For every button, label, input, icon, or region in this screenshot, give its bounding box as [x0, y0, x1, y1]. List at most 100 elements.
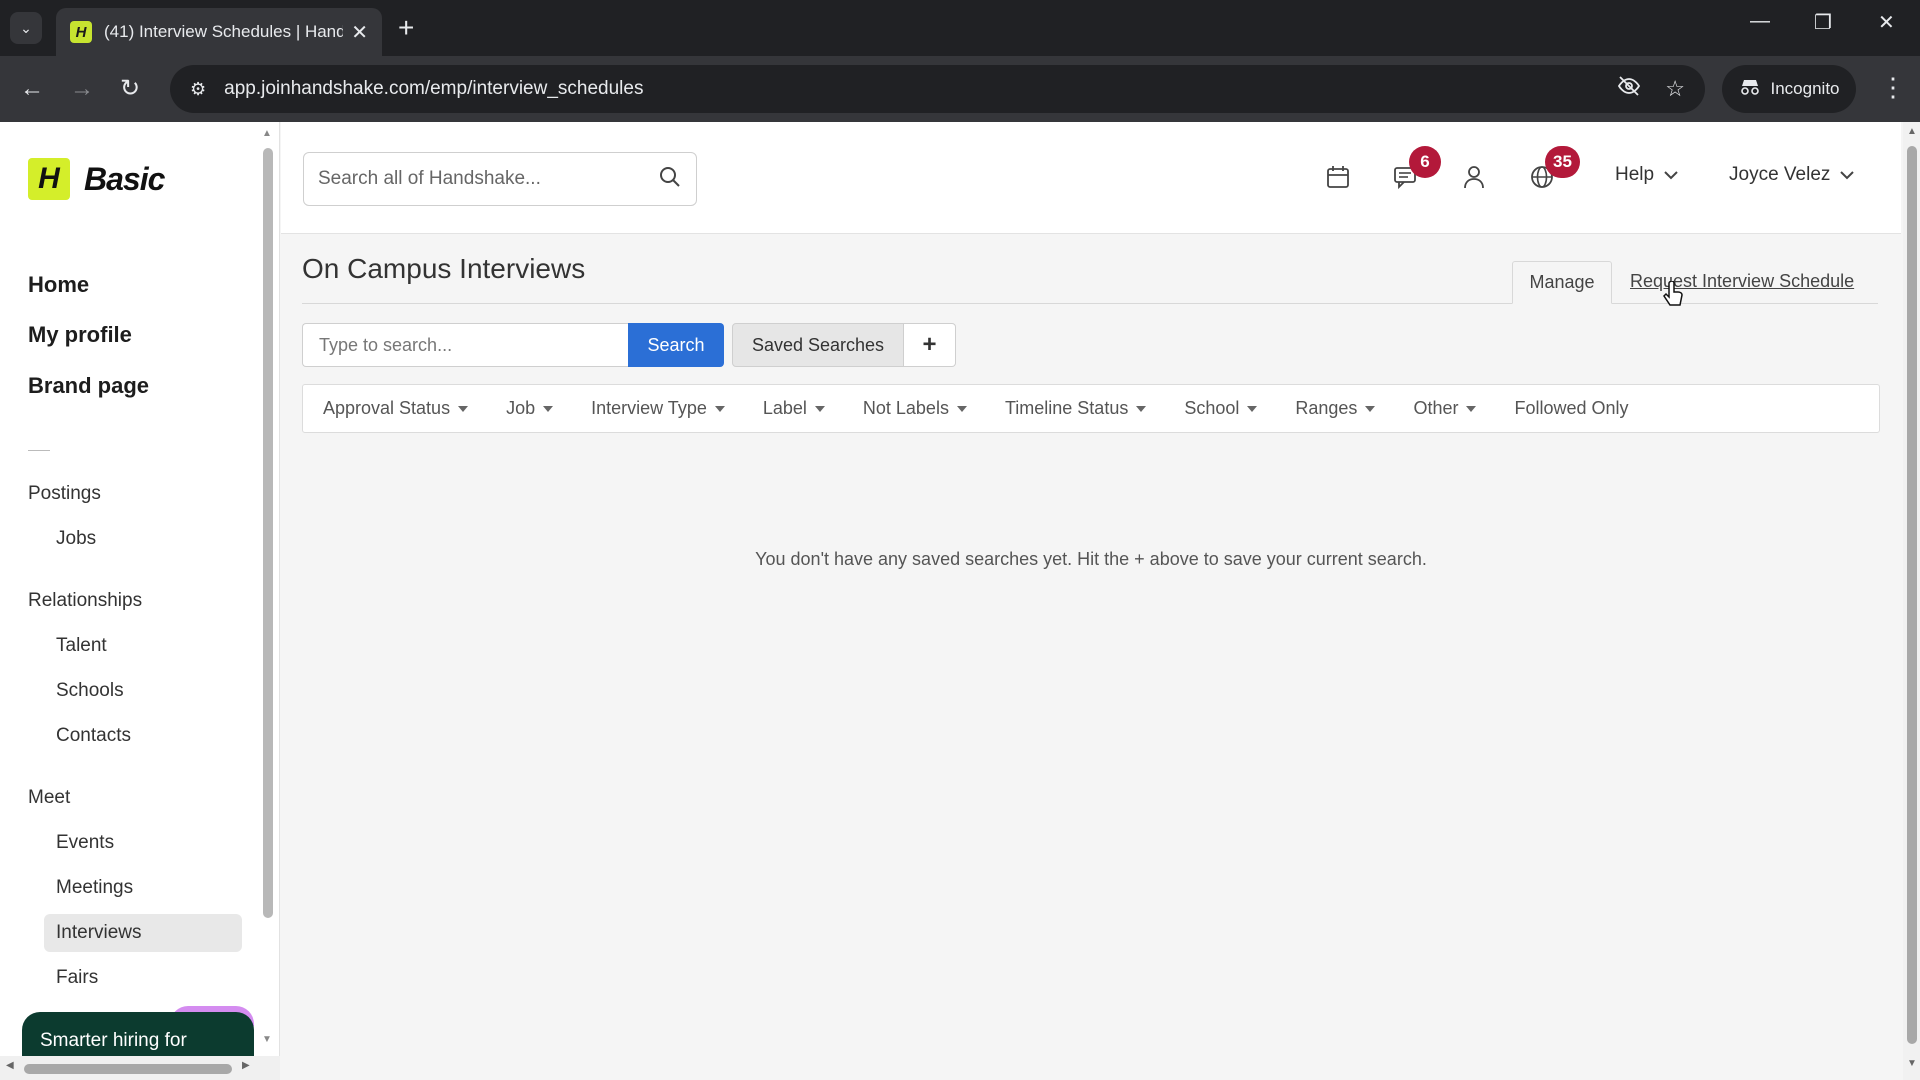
local-search-row: Search Saved Searches +: [302, 323, 956, 367]
caret-down-icon: [714, 405, 725, 412]
filter-label: Timeline Status: [1004, 398, 1129, 418]
scroll-right-icon[interactable]: ▶: [242, 1060, 250, 1071]
sidebar-item-my-profile[interactable]: My profile: [28, 322, 132, 348]
top-header: 6 35 Help Joyce Velez: [281, 122, 1901, 234]
handshake-favicon-icon: H: [70, 21, 92, 43]
sidebar-item-talent[interactable]: Talent: [56, 635, 107, 657]
filter-label: Approval Status: [323, 398, 451, 418]
global-search-input[interactable]: [318, 168, 658, 190]
filter-label: Ranges: [1295, 398, 1358, 418]
caret-down-icon: [1247, 405, 1258, 412]
filter-label: Job: [506, 398, 536, 418]
sidebar-item-contacts[interactable]: Contacts: [56, 725, 131, 747]
sidebar-item-jobs[interactable]: Jobs: [56, 528, 96, 550]
tab-title: (41) Interview Schedules | Handshake: [104, 22, 344, 41]
filter-followed-only[interactable]: Followed Only: [1514, 398, 1628, 419]
sidebar-scroll-up-icon[interactable]: ▲: [262, 128, 272, 139]
people-icon[interactable]: [1457, 160, 1491, 194]
main-content: On Campus Interviews Manage Request Inte…: [281, 235, 1901, 1080]
filter-ranges[interactable]: Ranges: [1295, 398, 1376, 419]
messages-icon[interactable]: 6: [1389, 146, 1441, 194]
globe-icon[interactable]: 35: [1525, 146, 1580, 194]
filter-approval-status[interactable]: Approval Status: [323, 398, 469, 419]
caret-down-icon: [1136, 405, 1147, 412]
caret-down-icon: [814, 405, 825, 412]
help-label: Help: [1615, 164, 1655, 185]
pointer-cursor-icon: [1661, 280, 1685, 316]
filter-school[interactable]: School: [1184, 398, 1258, 419]
horizontal-scroll-thumb[interactable]: [24, 1064, 232, 1074]
reload-icon[interactable]: ↻: [120, 74, 140, 104]
window-close-icon[interactable]: ✕: [1878, 10, 1895, 35]
incognito-indicator[interactable]: Incognito: [1722, 65, 1856, 113]
browser-toolbar: ← → ↻ ⚙ app.joinhandshake.com/emp/interv…: [0, 56, 1920, 122]
sidebar-item-brand-page[interactable]: Brand page: [28, 373, 149, 399]
add-saved-search-button[interactable]: +: [904, 323, 956, 367]
filter-job[interactable]: Job: [506, 398, 554, 419]
title-divider: [302, 303, 1878, 304]
caret-down-icon: [1365, 405, 1376, 412]
empty-state-message: You don't have any saved searches yet. H…: [755, 549, 1427, 569]
sidebar-divider: [28, 450, 50, 451]
global-search[interactable]: [303, 152, 697, 206]
user-menu[interactable]: Joyce Velez: [1729, 164, 1855, 186]
address-bar[interactable]: ⚙ app.joinhandshake.com/emp/interview_sc…: [170, 65, 1705, 113]
user-name: Joyce Velez: [1729, 164, 1831, 185]
bookmark-star-icon[interactable]: ☆: [1665, 76, 1685, 102]
sidebar-section-meet: Meet: [28, 787, 71, 808]
new-tab-icon[interactable]: +: [398, 12, 414, 44]
browser-menu-icon[interactable]: ⋮: [1880, 72, 1906, 103]
url-text[interactable]: app.joinhandshake.com/emp/interview_sche…: [224, 78, 1593, 100]
filter-label[interactable]: Label: [763, 398, 825, 419]
sidebar-horizontal-scrollbar[interactable]: ◀ ▶: [0, 1056, 280, 1080]
sidebar-item-meetings[interactable]: Meetings: [56, 877, 133, 899]
incognito-label: Incognito: [1770, 79, 1840, 98]
saved-searches-button[interactable]: Saved Searches: [732, 323, 904, 367]
sidebar-section-postings: Postings: [28, 483, 101, 504]
filter-label: Label: [762, 398, 807, 418]
eye-off-icon[interactable]: [1617, 74, 1641, 104]
sidebar-item-schools[interactable]: Schools: [56, 680, 124, 702]
filter-other[interactable]: Other: [1413, 398, 1477, 419]
minimize-icon[interactable]: —: [1750, 10, 1770, 33]
logo-plan-text: Basic: [84, 160, 165, 197]
sidebar-item-home[interactable]: Home: [28, 272, 89, 298]
help-menu[interactable]: Help: [1615, 164, 1678, 186]
search-button[interactable]: Search: [628, 323, 724, 367]
tab-close-icon[interactable]: ✕: [351, 20, 368, 45]
page-scroll-down-icon[interactable]: ▼: [1907, 1058, 1917, 1069]
handshake-logo[interactable]: H Basic: [28, 158, 165, 200]
sidebar: H Basic Home My profile Brand page Posti…: [0, 122, 280, 1080]
filter-interview-type[interactable]: Interview Type: [591, 398, 725, 419]
messages-badge: 6: [1409, 146, 1441, 178]
browser-tab[interactable]: H (41) Interview Schedules | Handshake ✕: [56, 8, 382, 56]
page-scroll-thumb[interactable]: [1907, 146, 1917, 1044]
caret-down-icon: [458, 405, 469, 412]
browser-tab-bar: ⌄ H (41) Interview Schedules | Handshake…: [0, 0, 1920, 56]
sidebar-item-fairs[interactable]: Fairs: [56, 967, 98, 989]
filter-timeline-status[interactable]: Timeline Status: [1004, 398, 1147, 419]
sidebar-item-events[interactable]: Events: [56, 832, 114, 854]
tab-manage[interactable]: Manage: [1512, 261, 1612, 304]
tab-search-menu-icon[interactable]: ⌄: [10, 12, 42, 44]
filter-label: Not Labels: [862, 398, 949, 418]
filter-not-labels[interactable]: Not Labels: [863, 398, 967, 419]
chevron-down-icon: [1840, 164, 1855, 186]
sidebar-scroll-down-icon[interactable]: ▼: [262, 1034, 272, 1045]
back-icon[interactable]: ←: [20, 74, 44, 104]
scroll-left-icon[interactable]: ◀: [6, 1060, 14, 1071]
interview-search-input[interactable]: [302, 323, 628, 367]
page-scrollbar[interactable]: ▲ ▼: [1903, 122, 1920, 1080]
sidebar-section-relationships: Relationships: [28, 590, 143, 611]
logo-mark-icon: H: [28, 158, 70, 200]
forward-icon[interactable]: →: [70, 74, 94, 104]
restore-icon[interactable]: ❐: [1814, 10, 1832, 35]
calendar-icon[interactable]: [1321, 160, 1355, 194]
sidebar-scrollbar[interactable]: [263, 148, 273, 918]
search-icon[interactable]: [658, 165, 682, 194]
page-scroll-up-icon[interactable]: ▲: [1907, 126, 1917, 137]
notifications-badge: 35: [1545, 146, 1580, 178]
site-info-icon[interactable]: ⚙: [190, 79, 206, 100]
sidebar-item-interviews[interactable]: Interviews: [56, 922, 142, 944]
filter-label: Other: [1413, 398, 1459, 418]
